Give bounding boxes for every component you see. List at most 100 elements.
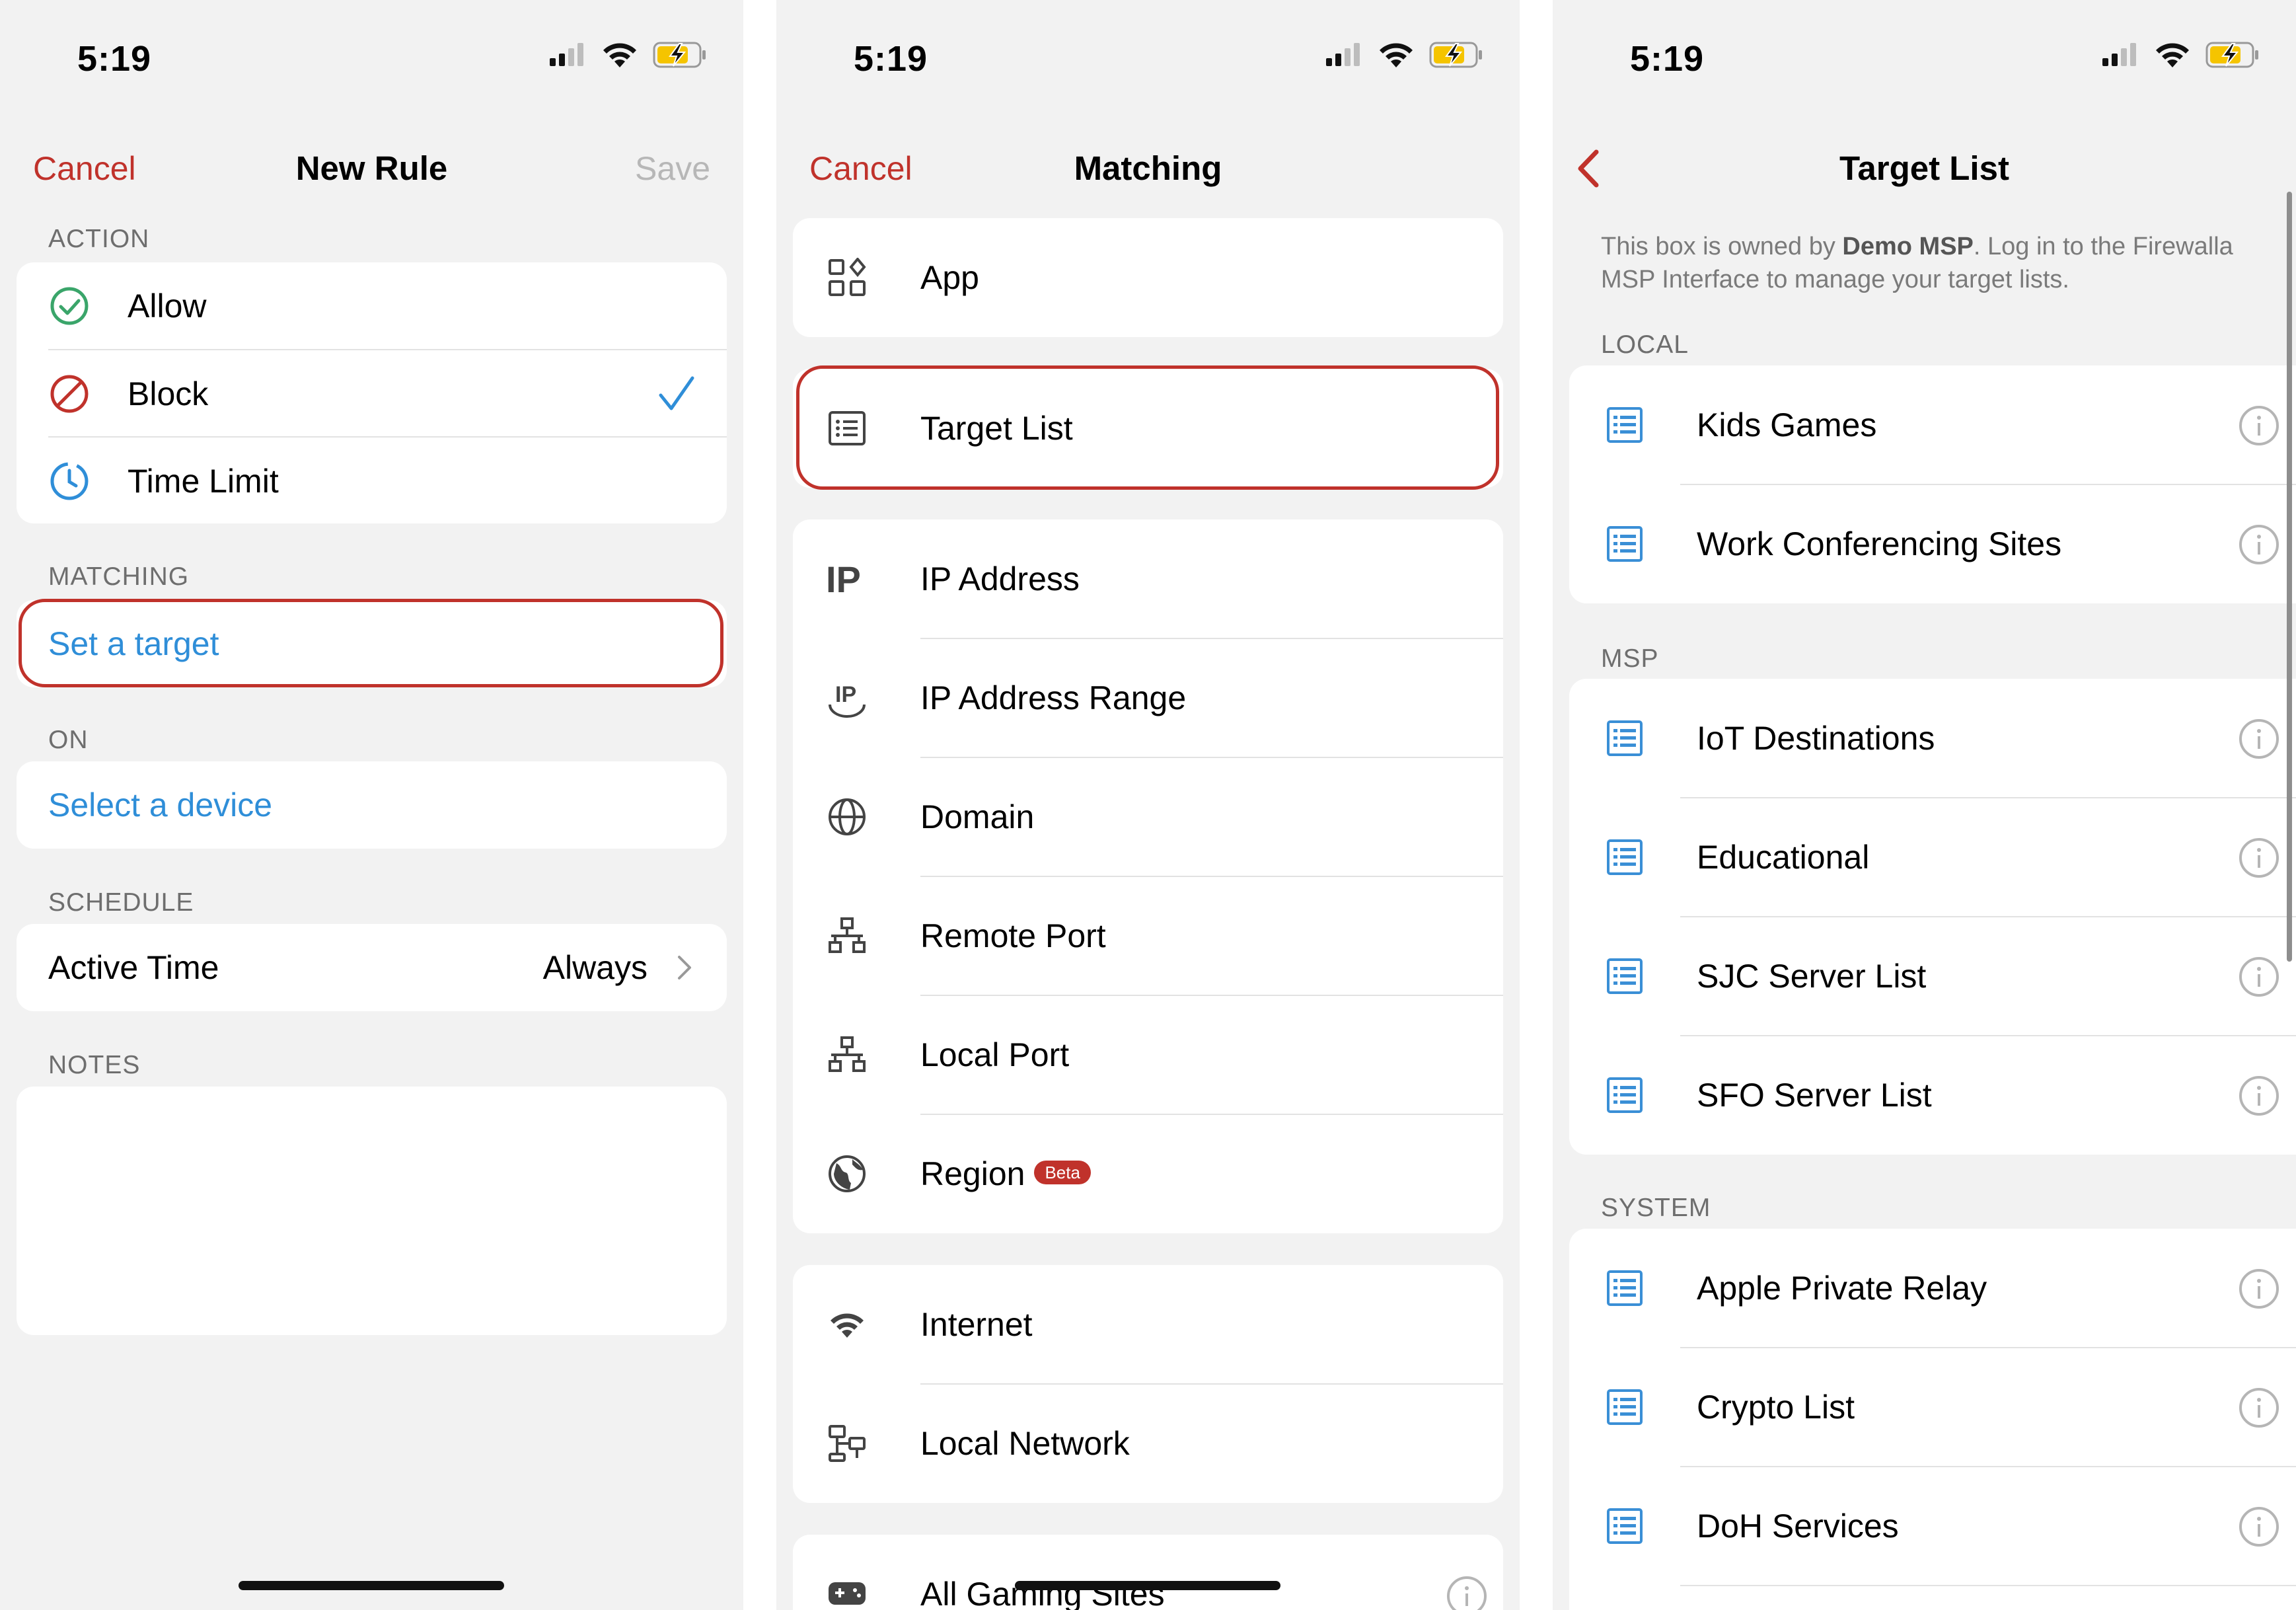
matching-option-internet[interactable]: Internet (793, 1265, 1503, 1384)
nav-bar: Cancel Matching (776, 119, 1520, 218)
clock-icon (50, 462, 89, 500)
target-list-item[interactable]: DoH Services (1569, 1467, 2296, 1586)
matching-option-ip-range[interactable]: IP IP Address Range (793, 638, 1503, 757)
option-label: Internet (920, 1306, 1033, 1343)
matching-option-remote-port[interactable]: Remote Port (793, 876, 1503, 995)
schedule-row[interactable]: Active Time Always (17, 924, 727, 1011)
info-icon[interactable] (2239, 718, 2279, 759)
action-label: Block (128, 375, 209, 412)
scrollbar[interactable] (2287, 192, 2292, 962)
matching-option-domain[interactable]: Domain (793, 757, 1503, 876)
status-time: 5:19 (1630, 39, 1705, 79)
option-label: Local Port (920, 1036, 1070, 1073)
region-label: Region (920, 1155, 1025, 1192)
matching-option-ip-address[interactable]: IP IP Address (793, 519, 1503, 638)
info-icon[interactable] (2239, 405, 2279, 446)
section-header-local: LOCAL (1601, 330, 1689, 359)
save-button[interactable]: Save (635, 119, 710, 218)
section-header-notes: NOTES (48, 1051, 141, 1079)
option-label: Domain (920, 798, 1035, 835)
wifi-icon (2156, 43, 2189, 67)
info-icon[interactable] (2239, 524, 2279, 565)
status-icons (2102, 41, 2260, 69)
highlight-box (796, 365, 1499, 490)
status-time: 5:19 (77, 39, 152, 79)
matching-option-all-gaming[interactable]: All Gaming Sites (793, 1535, 1503, 1610)
battery-charging-icon (2205, 42, 2258, 68)
list-icon (1607, 1508, 1643, 1544)
matching-screen: 5:19 Cancel Matching App Target List IP … (776, 0, 1520, 1610)
list-icon (1607, 526, 1643, 562)
section-header-on: ON (48, 726, 89, 754)
option-label: Remote Port (920, 917, 1106, 954)
globe-icon (829, 798, 866, 835)
battery-charging-icon (1429, 42, 1482, 68)
option-label: Local Network (920, 1425, 1130, 1462)
status-time: 5:19 (854, 39, 928, 79)
target-list-item[interactable]: SJC Server List (1569, 917, 2296, 1036)
msp-lists-card: IoT Destinations Educational SJC Server … (1569, 679, 2296, 1155)
list-icon (1607, 1077, 1643, 1113)
target-list-item[interactable]: Educational (1569, 798, 2296, 917)
target-list-item[interactable]: SFO Server List (1569, 1036, 2296, 1155)
target-list-item[interactable]: Crypto List (1569, 1348, 2296, 1467)
action-option-block[interactable]: Block (17, 350, 727, 438)
action-option-allow[interactable]: Allow (17, 262, 727, 350)
info-icon[interactable] (2239, 1506, 2279, 1547)
home-indicator[interactable] (1015, 1581, 1280, 1590)
target-list-item[interactable]: Kids Games (1569, 365, 2296, 484)
active-time-label: Active Time (48, 949, 219, 986)
battery-charging-icon (653, 42, 706, 68)
info-icon[interactable] (2239, 837, 2279, 878)
svg-text:IP: IP (835, 682, 856, 707)
list-name: SFO Server List (1697, 1077, 1932, 1114)
cellular-signal-icon (1326, 43, 1360, 66)
info-icon[interactable] (1446, 1576, 1487, 1610)
home-indicator[interactable] (239, 1581, 504, 1590)
section-header-matching: MATCHING (48, 562, 190, 591)
info-icon[interactable] (2239, 1268, 2279, 1309)
matching-option-local-port[interactable]: Local Port (793, 995, 1503, 1114)
cellular-signal-icon (2102, 43, 2136, 66)
earth-icon (829, 1155, 866, 1192)
list-icon (1607, 1389, 1643, 1425)
info-icon[interactable] (2239, 956, 2279, 997)
wifi-icon (603, 43, 636, 67)
page-title: New Rule (295, 149, 448, 187)
list-name: Kids Games (1697, 406, 1877, 443)
status-bar: 5:19 (776, 0, 1520, 119)
matching-option-local-network[interactable]: Local Network (793, 1384, 1503, 1503)
matching-option-app[interactable]: App (793, 218, 1503, 337)
divider (1680, 1585, 2296, 1586)
notice-owner: Demo MSP (1842, 233, 1974, 260)
action-card: Allow Block Time Limit (17, 262, 727, 523)
target-list-screen: 5:19 Target List This box is owned by De… (1553, 0, 2296, 1610)
section-header-msp: MSP (1601, 644, 1659, 673)
checkmark-icon (659, 376, 694, 410)
matching-option-region[interactable]: Region Beta (793, 1114, 1503, 1233)
cellular-signal-icon (550, 43, 583, 66)
option-label: IP Address (920, 560, 1080, 597)
info-icon[interactable] (2239, 1387, 2279, 1428)
device-card[interactable]: Select a device (17, 761, 727, 849)
select-device-link[interactable]: Select a device (48, 761, 272, 849)
highlight-box (19, 599, 723, 687)
new-rule-screen: 5:19 Cancel New Rule Save ACTION Allow B… (0, 0, 743, 1610)
target-list-item[interactable]: IoT Destinations (1569, 679, 2296, 798)
action-option-time-limit[interactable]: Time Limit (17, 438, 727, 523)
notes-textarea[interactable] (17, 1087, 727, 1335)
status-icons (1326, 41, 1483, 69)
list-icon (1607, 720, 1643, 756)
system-lists-card: Apple Private Relay Crypto List DoH Serv… (1569, 1229, 2296, 1610)
page-title: Target List (1839, 149, 2009, 187)
section-header-system: SYSTEM (1601, 1194, 1711, 1222)
target-list-item[interactable]: Work Conferencing Sites (1569, 484, 2296, 603)
info-icon[interactable] (2239, 1075, 2279, 1116)
target-list-item[interactable]: Apple Private Relay (1569, 1229, 2296, 1348)
network-port-icon (829, 917, 866, 953)
address-card: IP IP Address IP IP Address Range Domain (793, 519, 1503, 1233)
list-icon (1607, 958, 1643, 994)
list-name: Educational (1697, 839, 1870, 876)
list-icon (1607, 1270, 1643, 1306)
local-lists-card: Kids Games Work Conferencing Sites (1569, 365, 2296, 603)
